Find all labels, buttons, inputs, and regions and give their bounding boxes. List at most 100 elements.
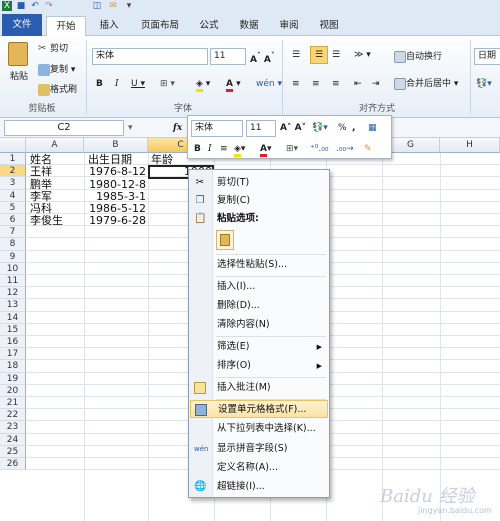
menu-item-delete[interactable]: 删除(D)...	[190, 297, 328, 315]
underline-button[interactable]: U ▾	[131, 77, 145, 91]
mini-font-name-box[interactable]: 宋体	[191, 120, 243, 137]
menu-item-format-cells[interactable]: 设置单元格格式(F)...	[190, 400, 328, 418]
save-icon[interactable]: ■	[16, 1, 26, 11]
row-header[interactable]: 13	[0, 299, 26, 312]
increase-indent-icon[interactable]: ⇥	[372, 77, 380, 91]
paste-button[interactable]: 粘贴	[10, 70, 28, 84]
cell-b2[interactable]: 1976-8-12	[86, 166, 146, 178]
mini-comma-button[interactable]: ,	[352, 121, 355, 135]
name-box[interactable]: C2	[4, 120, 124, 136]
cell-a6[interactable]: 李俊生	[30, 215, 63, 227]
menu-item-phonetic[interactable]: wén 显示拼音字段(S)	[190, 440, 328, 458]
row-header[interactable]: 7	[0, 226, 26, 239]
mini-font-grow-icon[interactable]: A˄ A˅	[280, 121, 306, 135]
column-header[interactable]: H	[440, 138, 500, 153]
mini-format-icon[interactable]: ▦	[368, 121, 377, 135]
format-painter-button[interactable]: 格式刷	[38, 83, 77, 97]
row-header[interactable]: 18	[0, 360, 26, 373]
mini-italic-button[interactable]: I	[208, 142, 212, 156]
decrease-indent-icon[interactable]: ⇤	[354, 77, 362, 91]
merge-center-button[interactable]: 合并后居中 ▾	[394, 77, 458, 91]
mini-bold-button[interactable]: B	[194, 142, 201, 156]
mini-increase-decimal-icon[interactable]: ⁺⁰.₀₀	[310, 142, 328, 156]
font-color-icon[interactable]: A ▾	[226, 77, 241, 92]
tab-review[interactable]: 审阅	[272, 16, 306, 36]
menu-item-paste-special[interactable]: 选择性粘贴(S)...	[190, 256, 328, 274]
orientation-icon[interactable]: ≫ ▾	[354, 48, 371, 62]
paste-icon[interactable]	[8, 42, 32, 70]
bold-button[interactable]: B	[96, 77, 103, 91]
menu-item-insert[interactable]: 插入(I)...	[190, 278, 328, 296]
align-bottom-icon[interactable]: ☰	[332, 48, 340, 62]
menu-item-define-name[interactable]: 定义名称(A)...	[190, 459, 328, 477]
column-header[interactable]: B	[84, 138, 148, 153]
cut-button[interactable]: ✂ 剪切	[38, 42, 68, 56]
mini-fill-color-icon[interactable]: ◈▾	[234, 142, 245, 157]
tab-data[interactable]: 数据	[232, 16, 266, 36]
tab-insert[interactable]: 插入	[92, 16, 126, 36]
row-header[interactable]: 25	[0, 445, 26, 458]
row-header[interactable]: 26	[0, 458, 26, 471]
cell-a2[interactable]: 王祥	[30, 166, 52, 178]
tab-formulas[interactable]: 公式	[192, 16, 226, 36]
row-header[interactable]: 14	[0, 311, 26, 324]
font-size-box[interactable]: 11	[210, 48, 246, 65]
align-right-icon[interactable]: ≡	[332, 77, 340, 91]
row-header[interactable]: 17	[0, 348, 26, 361]
redo-icon[interactable]: ↷	[44, 1, 54, 11]
row-header[interactable]: 3	[0, 177, 26, 190]
border-icon[interactable]: ⊞ ▾	[160, 77, 175, 91]
fx-label[interactable]: fx	[173, 121, 182, 135]
column-header[interactable]: A	[26, 138, 84, 153]
mini-decrease-decimal-icon[interactable]: .₀₀→	[336, 142, 354, 156]
customize-qat-icon[interactable]: ▾	[124, 1, 134, 11]
align-center-icon[interactable]: ≡	[312, 77, 320, 91]
mini-percent-button[interactable]: %	[338, 121, 347, 135]
number-format-box[interactable]: 日期	[474, 48, 500, 65]
phonetic-icon[interactable]: wén ▾	[256, 77, 282, 91]
menu-item-copy[interactable]: ❐ 复制(C)	[190, 192, 328, 210]
undo-icon[interactable]: ↶	[30, 1, 40, 11]
row-header[interactable]: 6	[0, 214, 26, 227]
increase-font-icon[interactable]: A˄ A˅	[250, 49, 275, 65]
align-top-icon[interactable]: ☰	[292, 48, 300, 62]
row-header[interactable]: 8	[0, 238, 26, 251]
tab-view[interactable]: 视图	[312, 16, 346, 36]
align-middle-icon[interactable]: ☰	[310, 46, 328, 64]
name-box-dropdown-icon[interactable]: ▾	[128, 121, 133, 135]
align-left-icon[interactable]: ≡	[292, 77, 300, 91]
print-preview-icon[interactable]: ◫	[92, 1, 102, 11]
row-header[interactable]: 23	[0, 421, 26, 434]
fill-color-icon[interactable]: ◈ ▾	[196, 77, 210, 92]
mini-center-icon[interactable]: ≡	[220, 142, 228, 156]
wrap-text-button[interactable]: 自动换行	[394, 50, 442, 64]
paste-option-icon[interactable]	[216, 230, 234, 250]
mini-font-size-box[interactable]: 11	[246, 120, 276, 137]
row-header[interactable]: 24	[0, 433, 26, 446]
row-header[interactable]: 21	[0, 397, 26, 410]
row-header[interactable]: 4	[0, 189, 26, 202]
mini-currency-icon[interactable]: 💱▾	[312, 121, 328, 135]
row-header[interactable]: 2	[0, 165, 26, 178]
row-header[interactable]: 19	[0, 372, 26, 385]
copy-button[interactable]: 复制 ▾	[38, 63, 75, 77]
row-header[interactable]: 10	[0, 262, 26, 275]
mini-format-painter-icon[interactable]: ✎	[364, 142, 372, 156]
menu-item-insert-comment[interactable]: 插入批注(M)	[190, 379, 328, 397]
menu-item-clear-contents[interactable]: 清除内容(N)	[190, 316, 328, 334]
tab-home[interactable]: 开始	[46, 16, 86, 36]
row-header[interactable]: 20	[0, 384, 26, 397]
select-all-corner[interactable]	[0, 138, 26, 153]
email-icon[interactable]: ✉	[108, 1, 118, 11]
row-header[interactable]: 11	[0, 275, 26, 288]
row-header[interactable]: 12	[0, 287, 26, 300]
font-name-box[interactable]: 宋体	[92, 48, 208, 65]
row-header[interactable]: 16	[0, 336, 26, 349]
mini-border-icon[interactable]: ⊞▾	[286, 142, 298, 156]
row-header[interactable]: 9	[0, 250, 26, 263]
tab-file[interactable]: 文件	[2, 14, 42, 36]
row-header[interactable]: 5	[0, 201, 26, 214]
italic-button[interactable]: I	[115, 77, 119, 91]
menu-item-filter[interactable]: 筛选(E) ▶	[190, 338, 328, 356]
menu-item-hyperlink[interactable]: 🌐 超链接(I)...	[190, 478, 328, 496]
